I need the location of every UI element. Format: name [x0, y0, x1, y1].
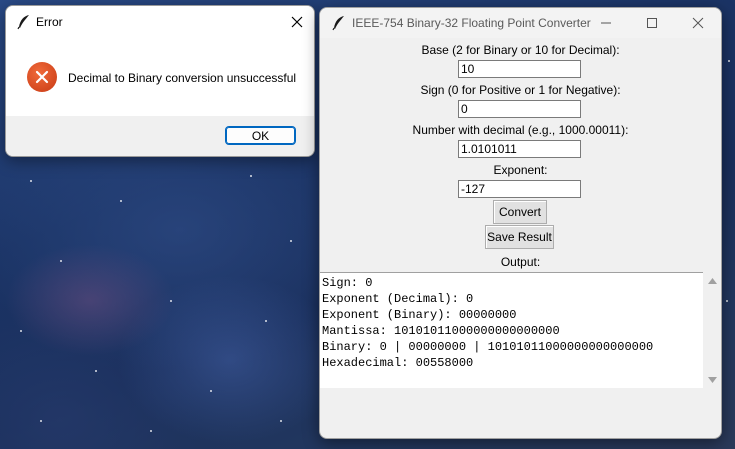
- output-scrollbar[interactable]: [704, 272, 721, 388]
- convert-button[interactable]: Convert: [493, 200, 547, 224]
- output-label: Output:: [500, 255, 541, 269]
- converter-titlebar[interactable]: IEEE-754 Binary-32 Floating Point Conver…: [320, 8, 721, 38]
- close-icon: [291, 16, 303, 28]
- maximize-button[interactable]: [629, 8, 675, 38]
- error-dialog-body: Decimal to Binary conversion unsuccessfu…: [6, 38, 314, 116]
- base-input[interactable]: [458, 60, 581, 78]
- number-label: Number with decimal (e.g., 1000.00011):: [412, 123, 629, 137]
- output-line: Hexadecimal: 00558000: [322, 356, 474, 370]
- minimize-icon: [601, 22, 611, 24]
- output-text[interactable]: Sign: 0 Exponent (Decimal): 0 Exponent (Bi…: [320, 272, 703, 388]
- feather-icon: [16, 14, 32, 30]
- close-button[interactable]: [280, 6, 314, 38]
- ok-button[interactable]: OK: [225, 126, 296, 145]
- number-input[interactable]: [458, 140, 581, 158]
- feather-icon: [331, 15, 347, 31]
- base-label: Base (2 for Binary or 10 for Decimal):: [421, 43, 620, 57]
- error-dialog-footer: OK: [6, 116, 314, 156]
- error-dialog: Error Decimal to Binary conversion unsuc…: [5, 5, 315, 157]
- exponent-label: Exponent:: [493, 163, 548, 177]
- save-result-button[interactable]: Save Result: [485, 225, 554, 249]
- exponent-input[interactable]: [458, 180, 581, 198]
- output-line: Sign: 0: [322, 276, 373, 290]
- output-line: Exponent (Decimal): 0: [322, 292, 474, 306]
- close-icon: [692, 17, 704, 29]
- sign-input[interactable]: [458, 100, 581, 118]
- sign-label: Sign (0 for Positive or 1 for Negative):: [420, 83, 621, 97]
- window-title: IEEE-754 Binary-32 Floating Point Conver…: [352, 16, 591, 30]
- maximize-icon: [647, 18, 657, 28]
- minimize-button[interactable]: [583, 8, 629, 38]
- caret-up-icon: [708, 277, 717, 284]
- close-button[interactable]: [675, 8, 721, 38]
- converter-window: IEEE-754 Binary-32 Floating Point Conver…: [319, 7, 722, 439]
- error-dialog-title: Error: [36, 15, 63, 29]
- error-message: Decimal to Binary conversion unsuccessfu…: [68, 71, 297, 85]
- error-dialog-titlebar[interactable]: Error: [6, 6, 314, 38]
- scroll-up-button[interactable]: [704, 272, 721, 289]
- output-line: Mantissa: 10101011000000000000000: [322, 324, 560, 338]
- caret-down-icon: [708, 376, 717, 383]
- scroll-down-button[interactable]: [704, 371, 721, 388]
- output-line: Exponent (Binary): 00000000: [322, 308, 517, 322]
- output-line: Binary: 0 | 00000000 | 10101011000000000…: [322, 340, 654, 354]
- error-icon: [27, 62, 57, 92]
